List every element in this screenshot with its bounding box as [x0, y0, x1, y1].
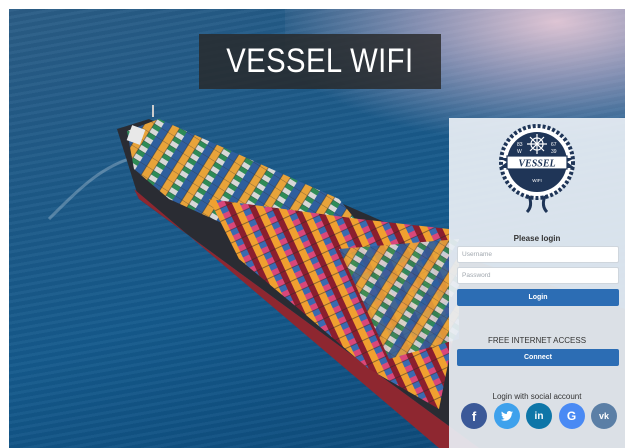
vessel-logo: 83 W 67 39 VESSEL WIFI [499, 124, 575, 214]
facebook-icon: f [471, 408, 477, 424]
login-button[interactable]: Login [457, 289, 619, 306]
social-buttons: f in G vk [461, 403, 617, 429]
password-input[interactable] [457, 267, 619, 284]
logo-text: VESSEL [518, 159, 555, 170]
logo-cell-2: W [517, 149, 522, 155]
login-heading: Please login [513, 234, 561, 243]
login-panel: 83 W 67 39 VESSEL WIFI Please login Logi… [449, 118, 625, 448]
twitter-icon [500, 411, 513, 421]
free-access-heading: FREE INTERNET ACCESS [487, 336, 587, 345]
logo-subtext: WIFI [532, 178, 542, 183]
linkedin-icon: in [534, 410, 544, 422]
username-input[interactable] [457, 246, 619, 263]
twitter-button[interactable] [493, 403, 520, 429]
linkedin-button[interactable]: in [526, 403, 552, 429]
vk-button[interactable]: vk [591, 403, 617, 429]
google-icon: G [566, 409, 577, 423]
connect-button[interactable]: Connect [457, 349, 619, 366]
logo-cell-1: 83 [517, 142, 523, 148]
facebook-button[interactable]: f [461, 403, 487, 429]
google-button[interactable]: G [558, 403, 585, 429]
logo-cell-4: 39 [551, 149, 557, 155]
logo-cell-3: 67 [551, 142, 557, 148]
title-banner: VESSEL WIFI [199, 34, 441, 89]
page-title: VESSEL WIFI [226, 42, 414, 80]
vk-icon: vk [598, 411, 609, 421]
social-heading: Login with social account [492, 392, 582, 401]
